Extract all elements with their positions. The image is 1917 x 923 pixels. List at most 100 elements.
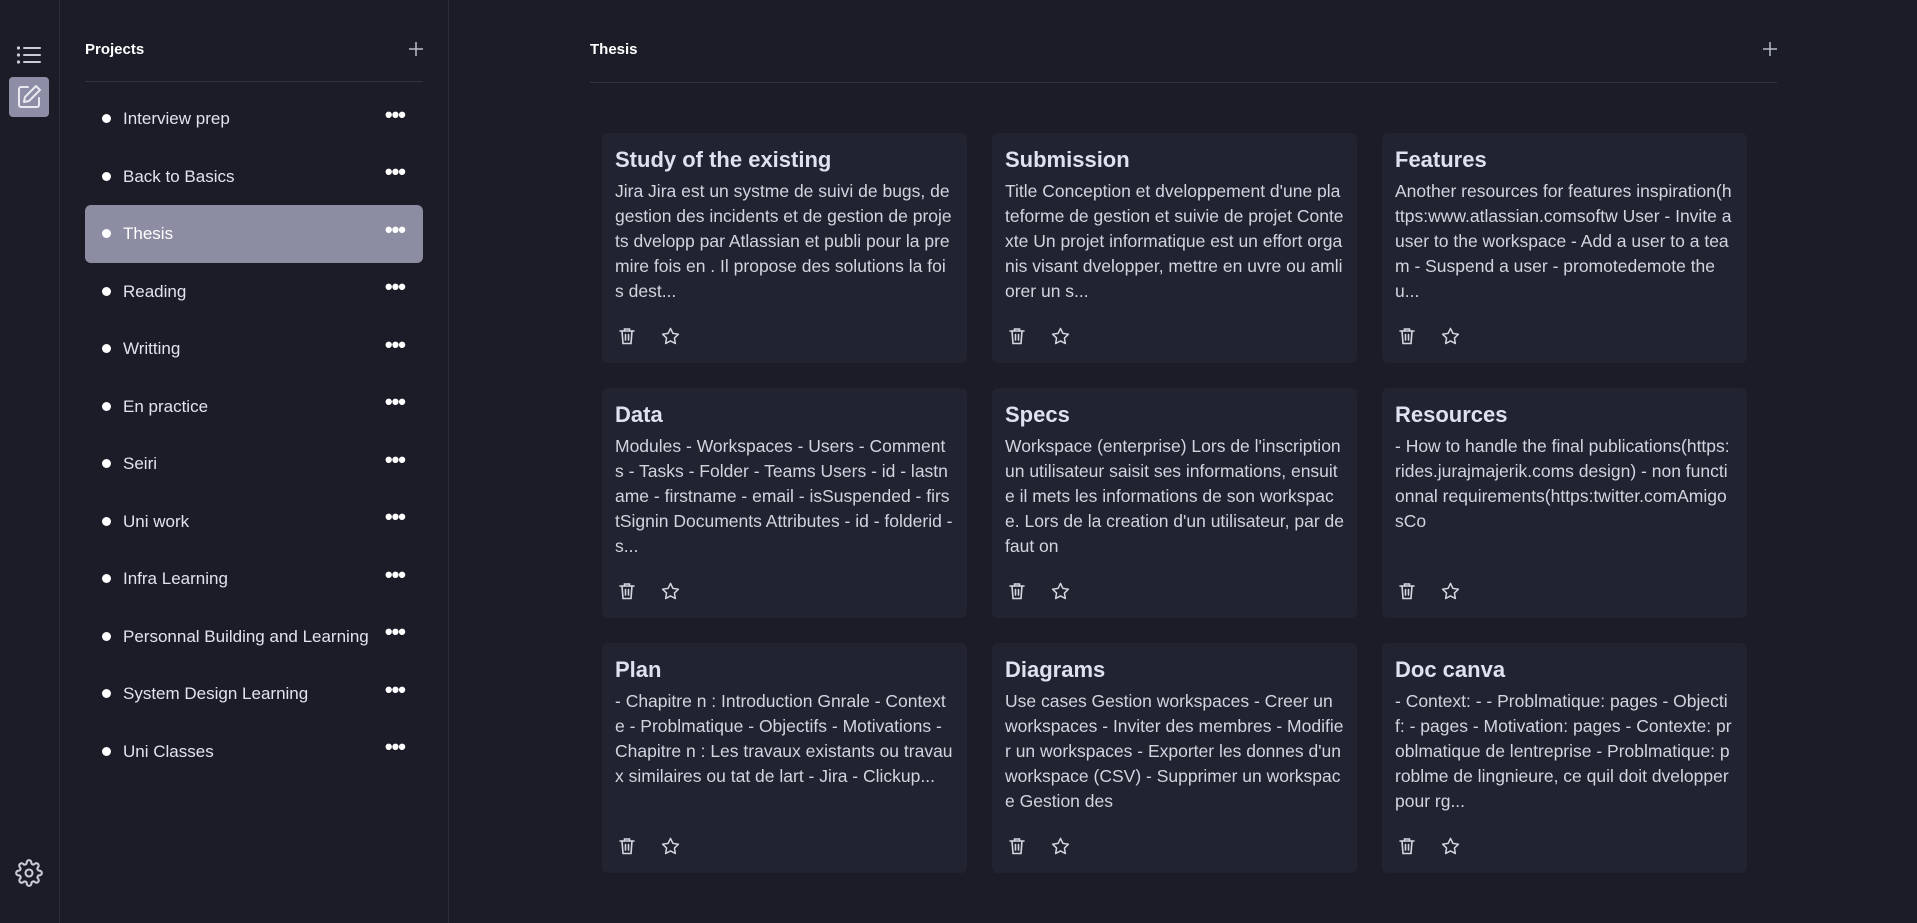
icon-rail: [0, 0, 60, 923]
sidebar-item[interactable]: Interview prep •••: [85, 90, 423, 148]
card-preview: Workspace (enterprise) Lors de l'inscrip…: [1005, 436, 1344, 556]
favorite-button[interactable]: [661, 582, 681, 602]
editor-view-button[interactable]: [9, 77, 49, 117]
card-title: Doc canva: [1395, 657, 1506, 682]
card-preview: Modules - Workspaces - Users - Comments …: [615, 436, 953, 556]
bullet-dot: [102, 401, 111, 411]
star-icon: [1051, 327, 1070, 345]
favorite-button[interactable]: [661, 837, 681, 857]
note-card[interactable]: Data Modules - Workspaces - Users - Comme…: [602, 388, 967, 618]
main-divider: [590, 82, 1777, 83]
trash-icon: [619, 328, 635, 345]
sidebar-item[interactable]: Writting •••: [85, 320, 423, 378]
trash-icon: [1399, 328, 1415, 345]
sidebar-item[interactable]: Reading •••: [85, 263, 423, 321]
star-icon: [661, 582, 680, 600]
card-title: Plan: [615, 657, 662, 682]
note-card[interactable]: Features Another resources for features i…: [1382, 133, 1747, 363]
more-options-button[interactable]: •••: [385, 391, 406, 415]
sidebar-item[interactable]: System Design Learning •••: [85, 665, 423, 723]
settings-button[interactable]: [9, 853, 49, 893]
more-options-button[interactable]: •••: [385, 333, 406, 358]
favorite-button[interactable]: [1441, 582, 1461, 602]
edit-icon: [18, 85, 41, 108]
delete-button[interactable]: [1009, 837, 1029, 857]
delete-button[interactable]: [1009, 327, 1029, 347]
add-project-button[interactable]: [409, 38, 423, 60]
favorite-button[interactable]: [661, 327, 681, 347]
more-options-button[interactable]: •••: [385, 736, 406, 760]
bullet-dot: [102, 689, 111, 699]
bullet-dot: [102, 631, 111, 641]
more-options-button[interactable]: •••: [385, 563, 406, 588]
sidebar-item[interactable]: Uni Classes •••: [85, 723, 423, 781]
more-options-button[interactable]: •••: [385, 448, 406, 473]
favorite-button[interactable]: [1441, 837, 1461, 857]
note-card[interactable]: Resources - How to handle the final publi…: [1382, 388, 1747, 618]
favorite-button[interactable]: [1441, 327, 1461, 347]
trash-icon: [1399, 838, 1415, 855]
note-card[interactable]: Diagrams Use cases Gestion workspaces - C…: [992, 643, 1357, 873]
list-view-button[interactable]: [9, 35, 49, 75]
card-preview: - How to handle the final publications(h…: [1395, 436, 1730, 531]
bullet-dot: [102, 344, 111, 354]
note-card[interactable]: Study of the existing Jira Jira est un sy…: [602, 133, 967, 363]
note-card[interactable]: Plan - Chapitre n : Introduction Gnrale -…: [602, 643, 967, 873]
sidebar-item-label: Interview prep: [123, 109, 230, 129]
more-options-button[interactable]: •••: [385, 218, 406, 243]
add-note-button[interactable]: [1763, 38, 1777, 60]
delete-button[interactable]: [1009, 582, 1029, 602]
trash-icon: [1009, 583, 1025, 600]
delete-button[interactable]: [619, 582, 639, 602]
card-preview: - Chapitre n : Introduction Gnrale - Con…: [615, 691, 953, 786]
main-header: Thesis: [590, 38, 1777, 60]
card-preview: - Context: - - Problmatique: pages - Obj…: [1395, 691, 1732, 811]
more-options-button[interactable]: •••: [385, 506, 406, 530]
delete-button[interactable]: [1399, 582, 1419, 602]
note-card[interactable]: Specs Workspace (enterprise) Lors de l'in…: [992, 388, 1357, 618]
trash-icon: [1009, 838, 1025, 855]
sidebar-item[interactable]: Infra Learning •••: [85, 550, 423, 608]
card-actions: [619, 582, 681, 602]
sidebar-header: Projects: [85, 38, 423, 60]
gear-icon: [15, 859, 43, 887]
sidebar-item[interactable]: En practice •••: [85, 378, 423, 436]
sidebar-item[interactable]: Seiri •••: [85, 435, 423, 493]
more-options-button[interactable]: •••: [385, 103, 406, 128]
sidebar-item-label: Back to Basics: [123, 166, 235, 186]
project-list: Interview prep ••• Back to Basics ••• Thesis…: [85, 90, 423, 780]
plus-icon: [409, 42, 423, 56]
more-options-button[interactable]: •••: [385, 678, 406, 703]
card-actions: [1399, 327, 1461, 347]
sidebar-item-label: System Design Learning: [123, 684, 309, 704]
favorite-button[interactable]: [1051, 837, 1071, 857]
sidebar-item[interactable]: Personnal Building and Learning •••: [85, 608, 423, 666]
note-card[interactable]: Doc canva - Context: - - Problmatique: pa…: [1382, 643, 1747, 873]
sidebar-item-label: Personnal Building and Learning: [123, 626, 369, 646]
note-card[interactable]: Submission Title Conception et dveloppeme…: [992, 133, 1357, 363]
more-options-button[interactable]: •••: [385, 161, 406, 185]
card-title: Features: [1395, 147, 1487, 172]
delete-button[interactable]: [1399, 327, 1419, 347]
star-icon: [1441, 582, 1460, 600]
favorite-button[interactable]: [1051, 582, 1071, 602]
sidebar-item-label: Reading: [123, 281, 187, 301]
delete-button[interactable]: [619, 327, 639, 347]
delete-button[interactable]: [619, 837, 639, 857]
bullet-dot: [102, 459, 111, 469]
sidebar-title: Projects: [85, 40, 145, 58]
favorite-button[interactable]: [1051, 327, 1071, 347]
sidebar-item-label: Thesis: [123, 224, 174, 244]
bullet-dot: [102, 516, 111, 526]
bullet-dot: [102, 286, 111, 296]
delete-button[interactable]: [1399, 837, 1419, 857]
bullet-dot: [102, 746, 111, 756]
sidebar-item[interactable]: Back to Basics •••: [85, 148, 423, 206]
more-options-button[interactable]: •••: [385, 621, 406, 645]
bullet-dot: [102, 114, 111, 124]
sidebar-item[interactable]: Thesis •••: [85, 205, 423, 263]
more-options-button[interactable]: •••: [385, 276, 406, 300]
card-actions: [1009, 582, 1071, 602]
sidebar-item-label: En practice: [123, 396, 209, 416]
sidebar-item[interactable]: Uni work •••: [85, 493, 423, 551]
